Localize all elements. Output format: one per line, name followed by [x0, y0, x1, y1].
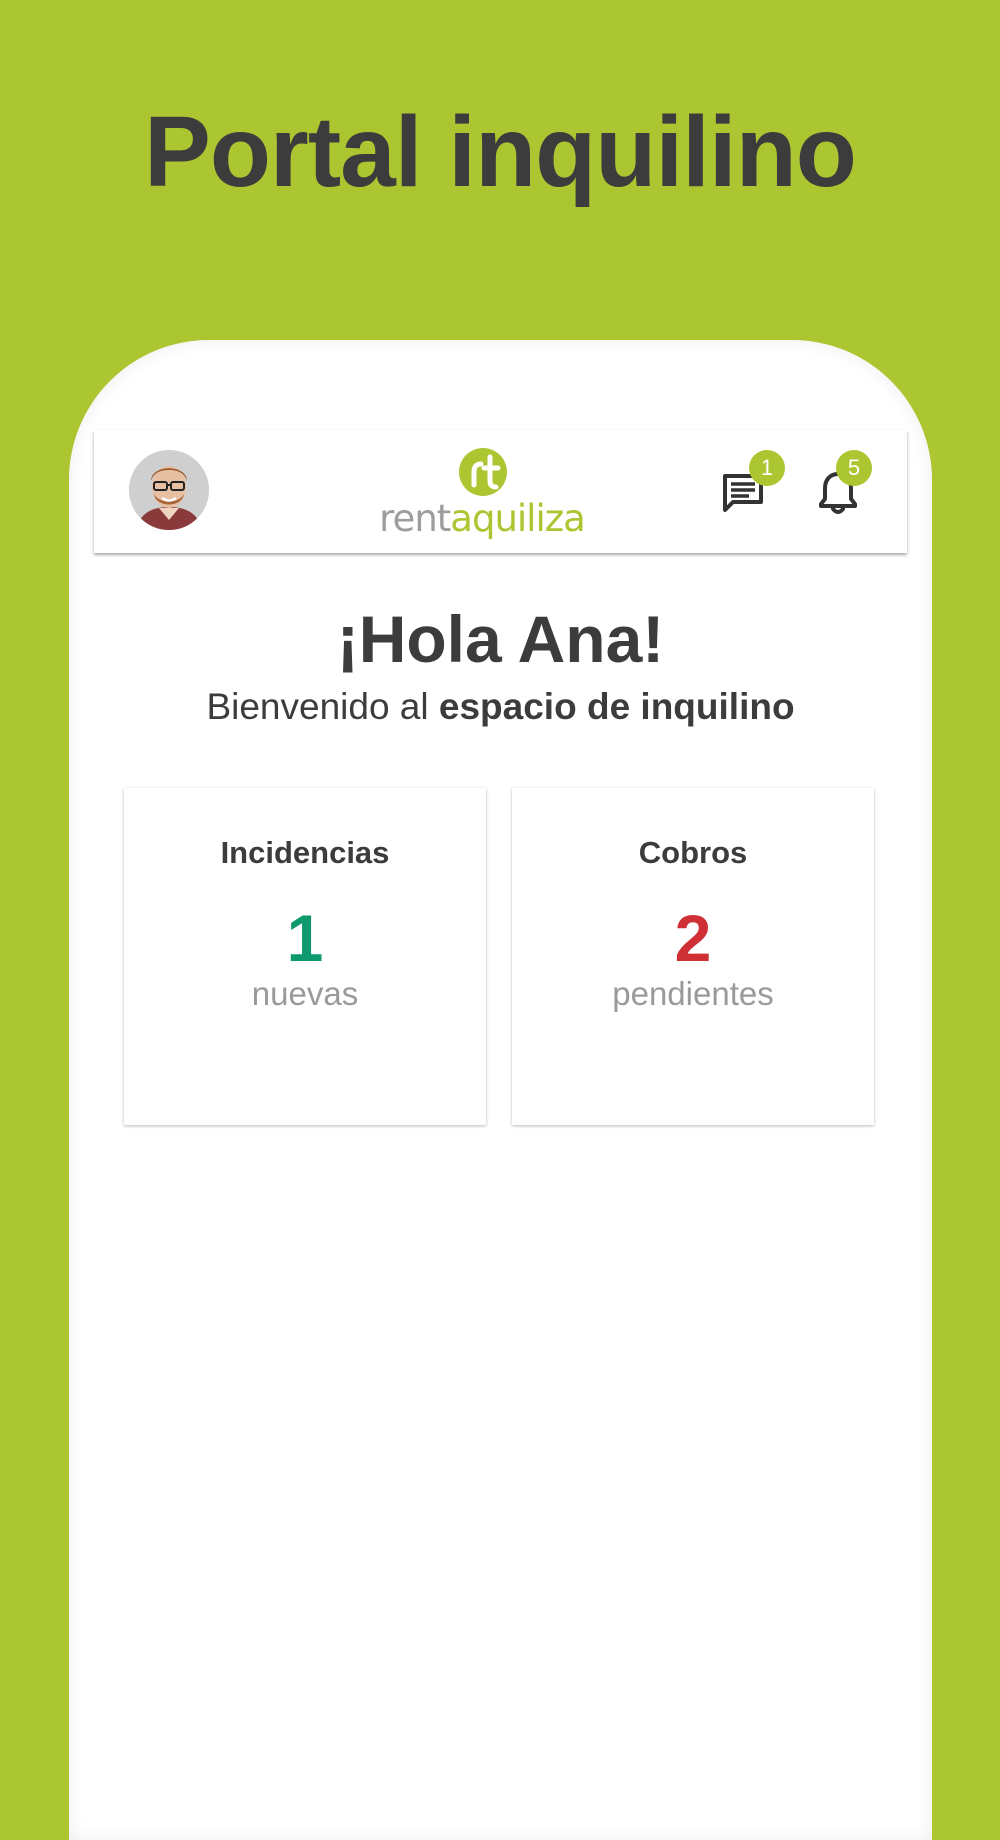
avatar-image: [129, 450, 209, 530]
card-count: 1: [286, 901, 324, 975]
card-title: Incidencias: [220, 835, 390, 870]
card-caption: pendientes: [612, 975, 774, 1012]
logo-text-rent: rent: [379, 497, 451, 540]
logo-text-aquiliza: aquiliza: [450, 497, 585, 540]
greeting-title: ¡Hola Ana!: [336, 602, 665, 676]
incidencias-card[interactable]: Incidencias 1 nuevas: [124, 788, 486, 1125]
messages-button[interactable]: 1: [719, 450, 785, 518]
promo-headline: Portal inquilino: [144, 96, 857, 208]
svg-text:rentaquiliza: rentaquiliza: [379, 497, 585, 540]
app-bar: rentaquiliza 1 5: [94, 430, 907, 553]
cobros-card[interactable]: Cobros 2 pendientes: [512, 788, 874, 1125]
notifications-button[interactable]: 5: [813, 450, 872, 518]
card-count: 2: [674, 901, 712, 975]
messages-count-badge: 1: [749, 450, 785, 486]
card-title: Cobros: [638, 835, 748, 870]
card-caption: nuevas: [251, 975, 359, 1012]
subtitle-bold: espacio de inquilino: [438, 686, 795, 727]
user-avatar[interactable]: [129, 450, 209, 530]
notifications-count-badge: 5: [836, 450, 872, 486]
greeting-subtitle: Bienvenido al espacio de inquilino: [69, 683, 932, 731]
rentaquiliza-logo: rentaquiliza: [368, 447, 598, 541]
subtitle-prefix: Bienvenido al: [206, 686, 439, 727]
